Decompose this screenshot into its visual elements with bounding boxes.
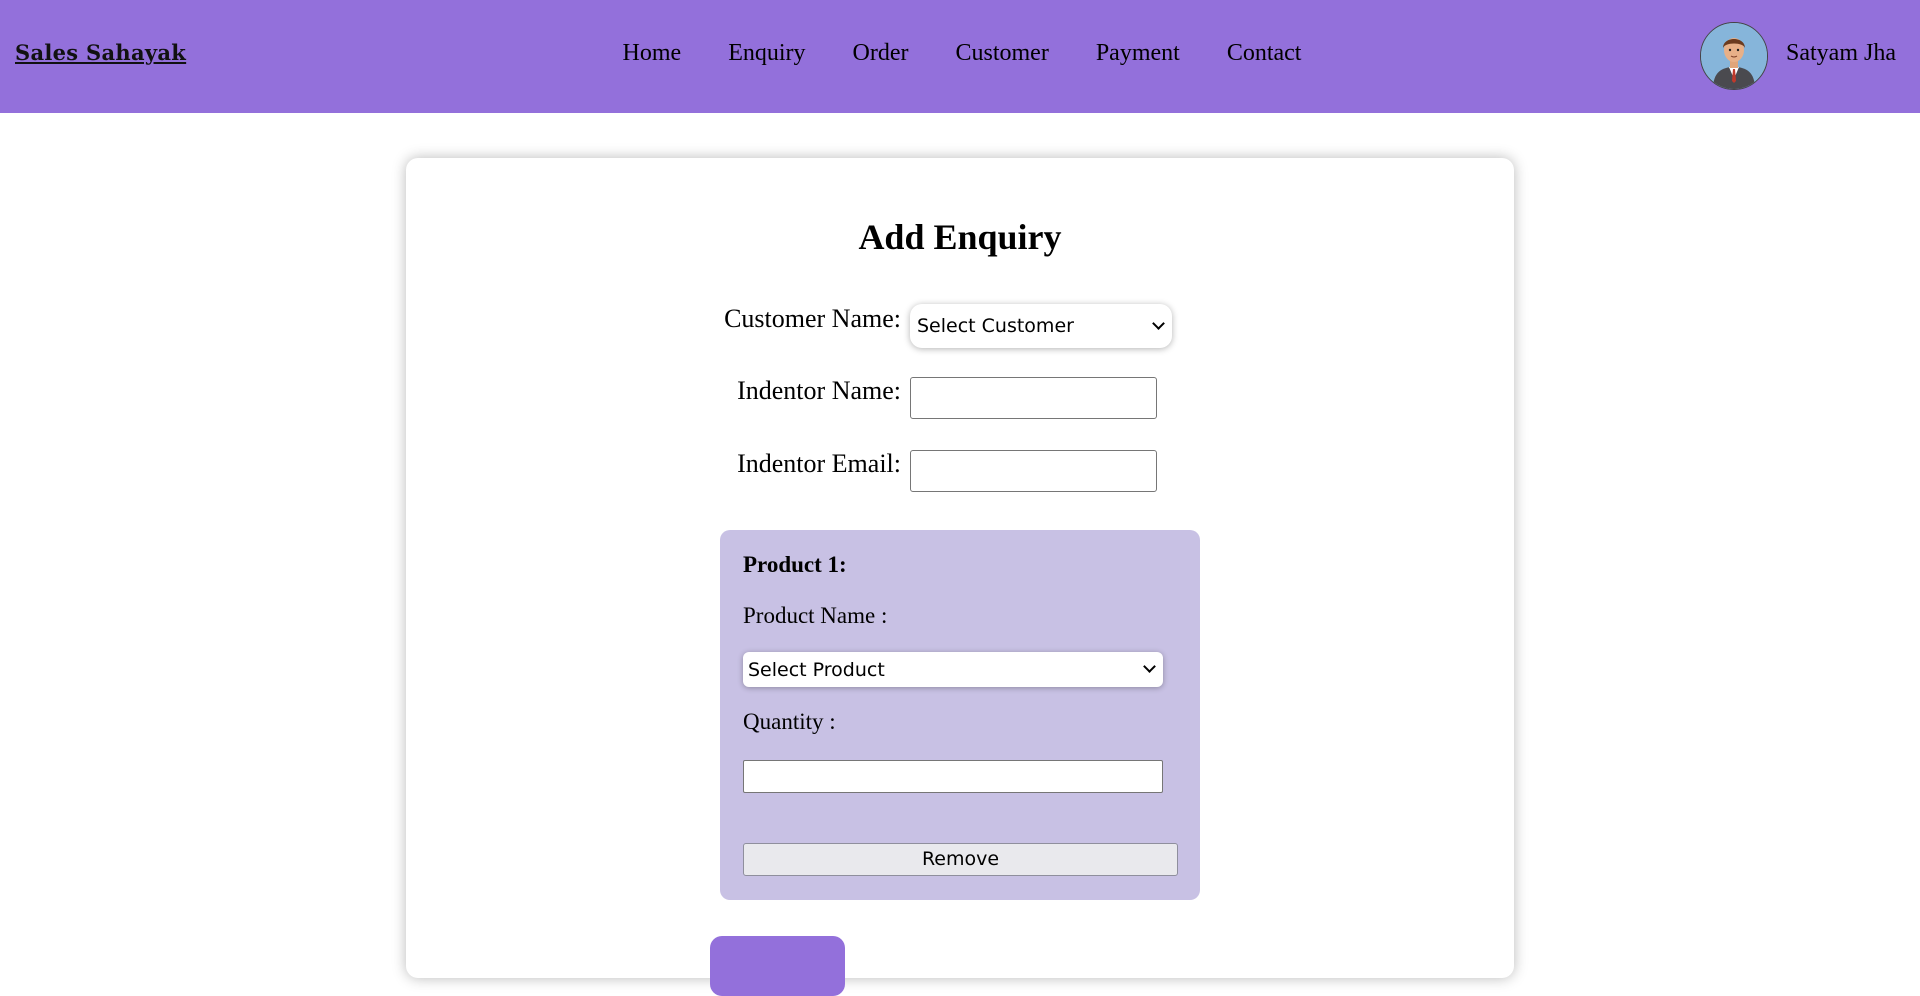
remove-product-button[interactable]: Remove xyxy=(743,843,1178,876)
nav-home[interactable]: Home xyxy=(623,40,682,67)
customer-select-value: Select Customer xyxy=(917,315,1074,337)
add-enquiry-card: Add Enquiry Customer Name: Select Custom… xyxy=(406,158,1514,996)
nav-links: Home Enquiry Order Customer Payment Cont… xyxy=(0,40,1920,67)
customer-name-label: Customer Name: xyxy=(724,304,901,333)
product-select-value: Select Product xyxy=(748,659,885,681)
indentor-name-label: Indentor Name: xyxy=(737,376,901,405)
navbar: Sales Sahayak Home Enquiry Order Custome… xyxy=(0,0,1920,113)
product-panel: Product 1: Product Name : Select Product… xyxy=(720,530,1200,900)
product-name-label: Product Name : xyxy=(743,603,888,628)
nav-order[interactable]: Order xyxy=(853,40,909,67)
quantity-input[interactable] xyxy=(743,760,1163,793)
chevron-down-icon xyxy=(1152,317,1165,330)
customer-select[interactable]: Select Customer xyxy=(910,304,1172,348)
nav-contact[interactable]: Contact xyxy=(1227,40,1302,67)
user-avatar-icon xyxy=(1701,23,1767,89)
page-title: Add Enquiry xyxy=(858,217,1062,257)
indentor-email-input[interactable] xyxy=(910,450,1157,492)
user-name[interactable]: Satyam Jha xyxy=(1786,40,1896,67)
indentor-email-label: Indentor Email: xyxy=(737,449,901,478)
product-select[interactable]: Select Product xyxy=(743,652,1163,687)
indentor-name-input[interactable] xyxy=(910,377,1157,419)
product-heading: Product 1: xyxy=(743,552,847,577)
quantity-label: Quantity : xyxy=(743,709,836,734)
brand-logo[interactable]: Sales Sahayak xyxy=(15,40,186,65)
nav-enquiry[interactable]: Enquiry xyxy=(728,40,805,67)
submit-button[interactable] xyxy=(710,936,845,996)
nav-customer[interactable]: Customer xyxy=(955,40,1048,67)
chevron-down-icon xyxy=(1143,660,1156,673)
user-avatar[interactable] xyxy=(1700,22,1768,90)
nav-payment[interactable]: Payment xyxy=(1096,40,1180,67)
